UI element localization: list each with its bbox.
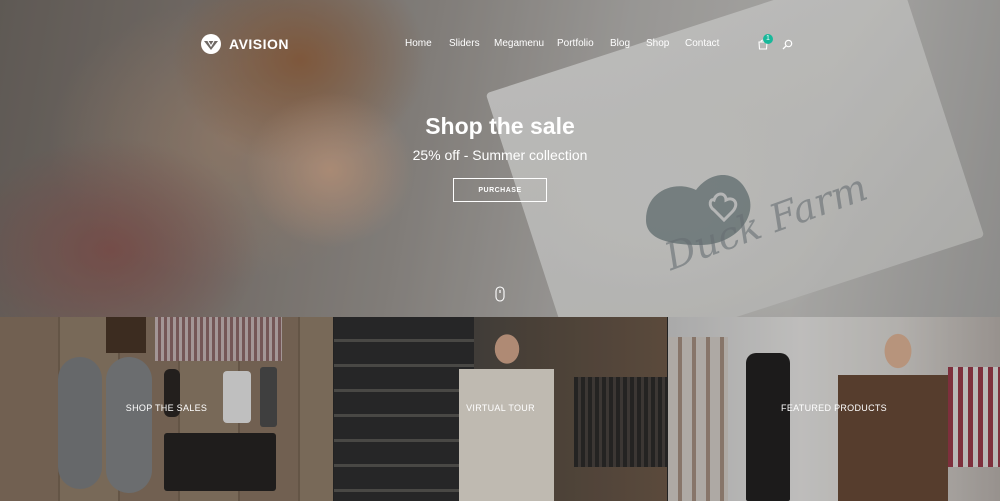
search-icon[interactable]	[782, 39, 793, 50]
nav-blog[interactable]: Blog	[610, 38, 630, 49]
hero-title: Shop the sale	[425, 113, 575, 139]
tile-virtual-tour[interactable]: VIRTUAL TOUR	[334, 317, 667, 501]
nav-shop[interactable]: Shop	[646, 38, 669, 49]
tile-label: VIRTUAL TOUR	[466, 403, 535, 413]
purchase-button[interactable]: PURCHASE	[453, 178, 547, 202]
tile-featured-products[interactable]: FEATURED PRODUCTS	[668, 317, 1000, 501]
site-logo[interactable]: AVISION	[200, 33, 289, 55]
hero-subtitle: 25% off - Summer collection	[412, 147, 588, 163]
logo-mark-icon	[201, 34, 221, 54]
tile-label: SHOP THE SALES	[125, 403, 208, 413]
nav-portfolio[interactable]: Portfolio	[557, 38, 594, 49]
scroll-mouse-icon[interactable]	[495, 286, 505, 302]
nav-sliders[interactable]: Sliders	[449, 38, 480, 49]
nav-contact[interactable]: Contact	[685, 38, 719, 49]
logo-text: AVISION	[229, 36, 290, 52]
tile-label: FEATURED PRODUCTS	[781, 403, 887, 413]
cart-count-badge: 1	[763, 34, 773, 44]
hero-slider: Duck Farm AVISION Home Sliders Megamenu …	[0, 0, 1000, 317]
tile-shop-the-sales[interactable]: SHOP THE SALES	[0, 317, 333, 501]
nav-megamenu[interactable]: Megamenu	[494, 38, 544, 49]
nav-home[interactable]: Home	[405, 38, 432, 49]
